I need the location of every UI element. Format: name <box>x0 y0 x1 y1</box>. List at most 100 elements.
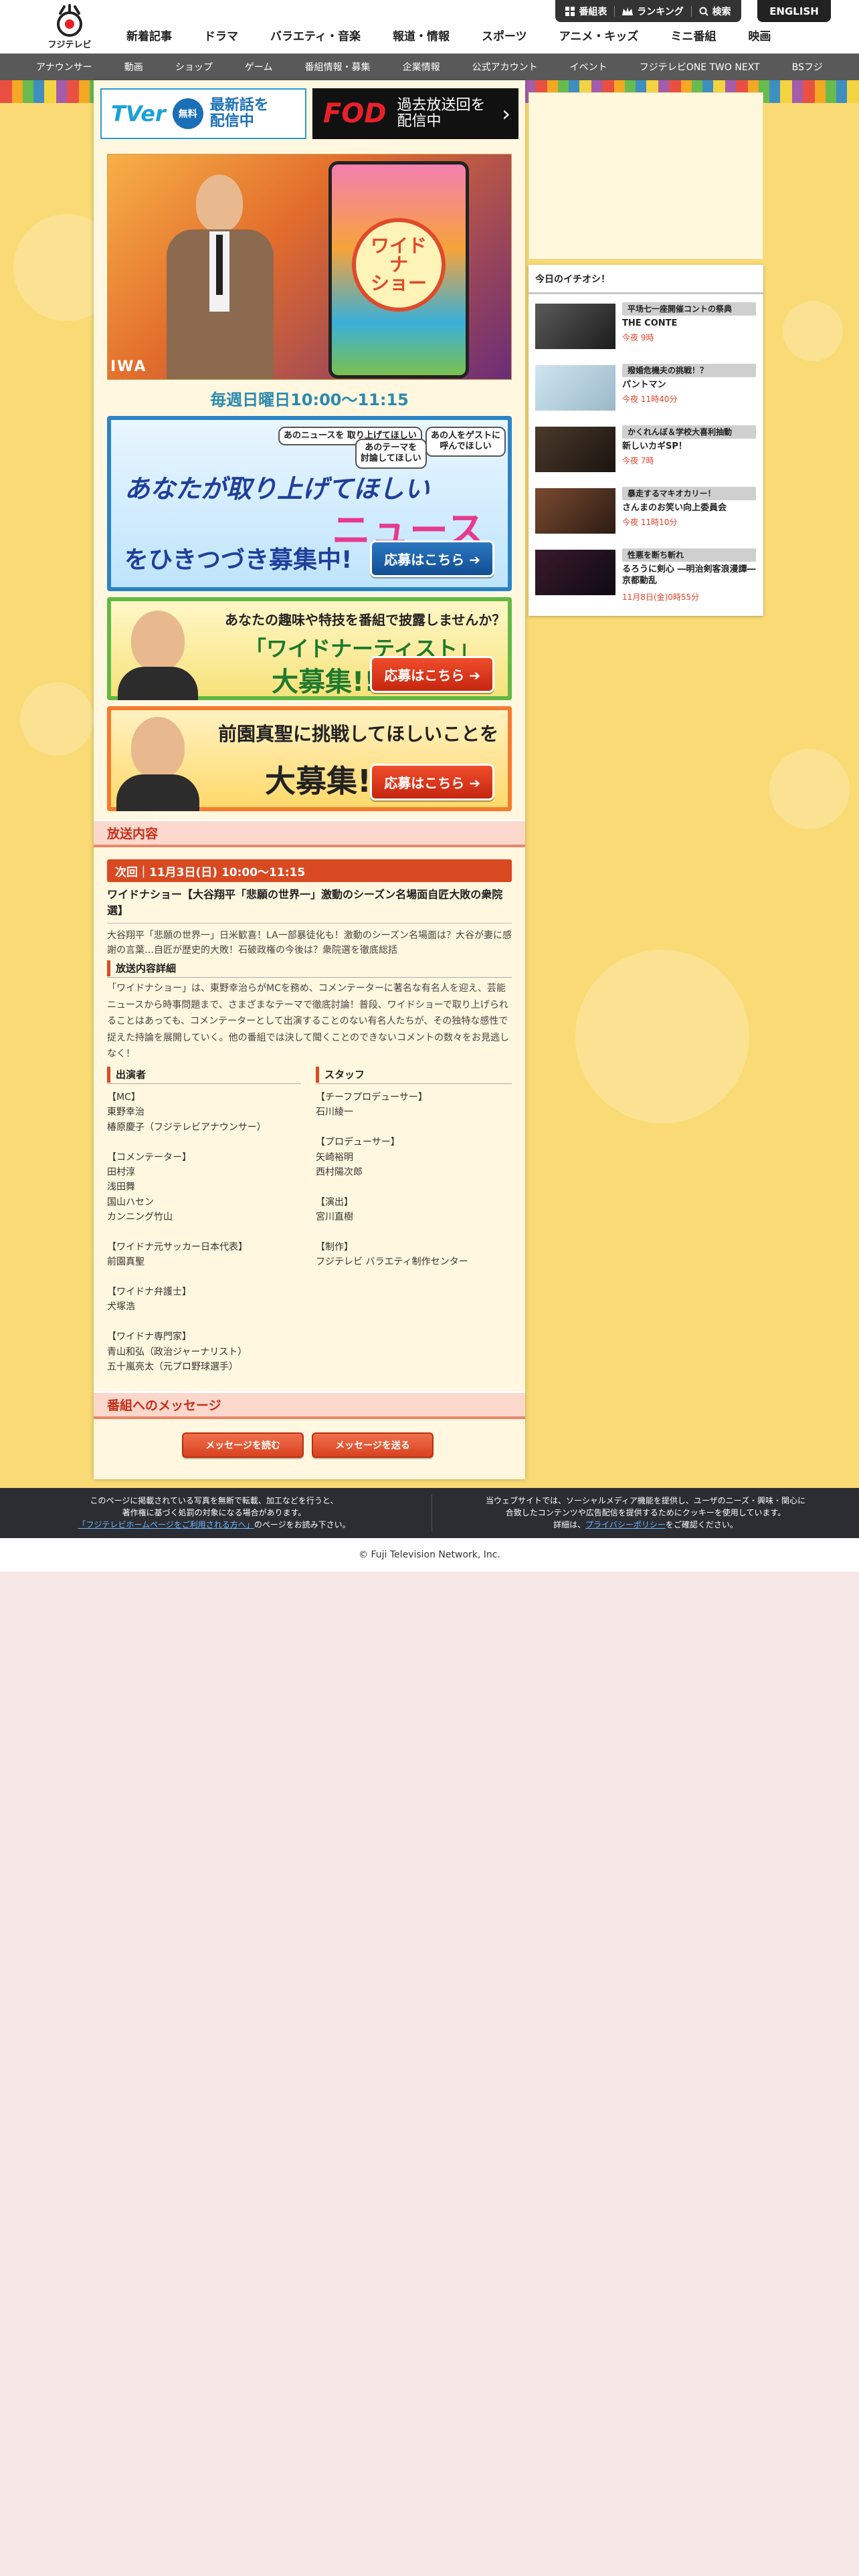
challenge-request-banner[interactable]: 前園真聖に挑戦してほしいことを 大募集!! 応募はこちら ➔ <box>107 706 512 811</box>
privacy-policy-link[interactable]: プライバシーポリシー <box>585 1520 666 1529</box>
apply-button[interactable]: 応募はこちら ➔ <box>370 540 494 577</box>
person-image <box>131 717 185 778</box>
search-label: 検索 <box>712 6 731 17</box>
staff-list: 【チーフプロデューサー】 石川綾一 【プロデューサー】 矢崎裕明 西村陽次郎 【… <box>316 1092 468 1268</box>
footer-text: 詳細は、 <box>553 1520 586 1529</box>
pickup-thumbnail <box>535 365 615 411</box>
fujitv-eye-icon <box>57 4 82 37</box>
pickup-item[interactable]: 性悪を断ち斬れ るろうに剣心 ―明治剣客浪漫譚― 京都動乱 11月8日(金)0時… <box>535 548 757 610</box>
copyright: © Fuji Television Network, Inc. <box>0 1538 859 1572</box>
pickup-thumbnail <box>535 488 615 534</box>
nav-item-movie[interactable]: 映画 <box>732 27 787 43</box>
decor-circle <box>769 749 850 829</box>
pickup-item[interactable]: 撥婚危機夫の挑戦！？ パントマン 今夜 11時40分 <box>535 364 757 415</box>
nav-item-news[interactable]: 新着記事 <box>110 27 188 43</box>
fod-banner[interactable]: FOD 過去放送回を 配信中 › <box>312 88 518 139</box>
subnav-shop[interactable]: ショップ <box>175 60 213 74</box>
pickup-category: かくれんぼ＆学校大喜利抽動 <box>622 425 756 439</box>
promo-line: をひきつづき募集中! <box>124 546 353 574</box>
tver-message: 最新話を 配信中 <box>209 96 269 130</box>
free-badge: 無料 <box>172 98 203 129</box>
footer: このページに掲載されている写真を無断で転載、加工などを行うと、 著作権に基づく処… <box>0 1488 859 1538</box>
footer-text: 詳細は、プライバシーポリシーをご確認ください。 <box>432 1519 859 1531</box>
pickup-time: 今夜 7時 <box>622 456 654 465</box>
promo-line: 前園真聖に挑戦してほしいことを <box>218 723 499 745</box>
ranking-link[interactable]: ランキング <box>622 5 684 18</box>
episode-description: 大谷翔平「悲願の世界一」日米歓喜！LA一部暴徒化も！激動のシーズン名場面は？大谷… <box>107 930 512 956</box>
promo-line: 大募集!! <box>272 667 377 697</box>
footer-cookie-notice: 当ウェブサイトでは、ソーシャルメディア機能を提供し、ユーザのニーズ・興味・関心に… <box>432 1495 859 1531</box>
site-header: フジテレビ 新着記事 ドラマ バラエティ・音楽 報道・情報 スポーツ アニメ・キ… <box>0 0 859 53</box>
search-link[interactable]: 検索 <box>699 5 731 18</box>
news-request-banner[interactable]: あのニュースを 取り上げてほしい あのテーマを 討論してほしい あの人をゲストに… <box>107 416 512 591</box>
staff-heading: スタッフ <box>316 1067 365 1083</box>
subnav-bsfuji[interactable]: BSフジ <box>792 60 823 74</box>
subnav-video[interactable]: 動画 <box>124 60 143 74</box>
fod-logo: FOD <box>323 98 387 129</box>
subnav-program-info[interactable]: 番組情報・募集 <box>305 60 371 74</box>
apply-button[interactable]: 応募はこちら ➔ <box>370 656 494 693</box>
nav-item-drama[interactable]: ドラマ <box>188 27 254 43</box>
pickup-title: さんまのお笑い向上委員会 <box>622 503 727 513</box>
banner-inner: あなたの趣味や特技を番組で披露しませんか？ 「ワイドナーティスト」 大募集!! … <box>111 601 508 700</box>
person-image <box>118 667 198 700</box>
subnav-official-accounts[interactable]: 公式アカウント <box>472 60 538 74</box>
pickup-item[interactable]: 平场七一座開催コントの祭典 THE CONTE 今夜 9時 <box>535 302 757 353</box>
decor-circle <box>783 301 843 361</box>
subnav-one-two-next[interactable]: フジテレビONE TWO NEXT <box>640 60 760 74</box>
chevron-right-icon: › <box>502 101 510 126</box>
episode-title: ワイドナショー【大谷翔平「悲願の世界一」激動のシーズン名場面自匠大敗の衆院選】 <box>107 887 512 924</box>
footer-text: 当ウェブサイトでは、ソーシャルメディア機能を提供し、ユーザのニーズ・興味・関心に <box>485 1496 806 1505</box>
person-image <box>116 774 199 811</box>
footer-text: 著作権に基づく処罰の対象になる場合があります。 <box>122 1508 306 1517</box>
english-button[interactable]: ENGLISH <box>757 0 831 22</box>
program-hero-image: ワイド ナ ショー IWA <box>107 154 512 380</box>
divider <box>690 5 692 17</box>
schedule-label: 番組表 <box>579 6 607 17</box>
usage-policy-link[interactable]: 「フジテレビホームページをご利用される方へ」 <box>78 1520 254 1529</box>
logo-text: フジテレビ <box>47 40 92 50</box>
cast-heading: 出演者 <box>107 1067 146 1083</box>
subnav-events[interactable]: イベント <box>570 60 607 74</box>
footer-text: をご確認ください。 <box>665 1520 738 1529</box>
talent-request-banner[interactable]: あなたの趣味や特技を番組で披露しませんか？ 「ワイドナーティスト」 大募集!! … <box>107 597 512 700</box>
pickup-category: 撥婚危機夫の挑戦！？ <box>622 364 756 377</box>
nav-item-variety[interactable]: バラエティ・音楽 <box>254 27 377 43</box>
pickup-box: 今日のイチオシ！ 平场七一座開催コントの祭典 THE CONTE 今夜 9時 撥… <box>529 265 763 616</box>
pickup-time: 今夜 11時40分 <box>622 395 678 404</box>
nav-item-sports[interactable]: スポーツ <box>466 27 543 43</box>
footer-copyright-notice: このページに掲載されている写真を無断で転載、加工などを行うと、 著作権に基づく処… <box>0 1495 428 1531</box>
speech-bubble: あの人をゲストに 呼んでほしい <box>425 427 506 457</box>
detail-text: 「ワイドナショー」は、東野幸治らがMCを務め、コメンテーターに著名な有名人を迎え… <box>107 983 510 1059</box>
subnav-game[interactable]: ゲーム <box>245 60 273 74</box>
program-logo-phone: ワイド ナ ショー <box>328 161 469 379</box>
subnav-corporate[interactable]: 企業情報 <box>403 60 440 74</box>
detail-heading: 放送内容詳細 <box>107 960 176 976</box>
nav-item-mini[interactable]: ミニ番組 <box>654 27 732 43</box>
banner-inner: あのニュースを 取り上げてほしい あのテーマを 討論してほしい あの人をゲストに… <box>111 420 508 587</box>
tver-logo: TVer <box>111 101 166 126</box>
promo-question: あなたの趣味や特技を番組で披露しませんか？ <box>225 612 506 628</box>
pickup-thumbnail <box>535 427 615 472</box>
pickup-title: THE CONTE <box>622 318 678 328</box>
nav-item-information[interactable]: 報道・情報 <box>377 27 466 43</box>
crown-icon <box>622 7 634 15</box>
subnav-announcer[interactable]: アナウンサー <box>36 60 92 74</box>
message-heading: 番組へのメッセージ <box>94 1391 525 1419</box>
pickup-item[interactable]: かくれんぼ＆学校大喜利抽動 新しいカギSP！ 今夜 7時 <box>535 425 757 476</box>
main-column: TVer 無料 最新話を 配信中 FOD 過去放送回を 配信中 › ワイド ナ … <box>94 80 525 1479</box>
decor-circle <box>575 950 749 1123</box>
nav-item-anime[interactable]: アニメ・キッズ <box>543 27 655 43</box>
stream-banners: TVer 無料 最新話を 配信中 FOD 過去放送回を 配信中 › <box>100 88 518 139</box>
schedule-link[interactable]: 番組表 <box>565 5 607 18</box>
read-message-button[interactable]: メッセージを読む <box>182 1432 304 1458</box>
pickup-item[interactable]: 暴走するマキオカリー！ さんまのお笑い向上委員会 今夜 11時10分 <box>535 487 757 538</box>
pickup-time: 今夜 11時10分 <box>622 518 678 527</box>
fujitv-logo[interactable]: フジテレビ <box>47 4 92 50</box>
apply-button[interactable]: 応募はこちら ➔ <box>370 764 494 800</box>
pickup-thumbnail <box>535 304 615 349</box>
send-message-button[interactable]: メッセージを送る <box>312 1432 434 1458</box>
tver-banner[interactable]: TVer 無料 最新話を 配信中 <box>100 88 306 139</box>
footer-text: のページをお読み下さい。 <box>254 1520 351 1529</box>
pickup-title: るろうに剣心 ―明治剣客浪漫譚― 京都動乱 <box>622 564 756 586</box>
